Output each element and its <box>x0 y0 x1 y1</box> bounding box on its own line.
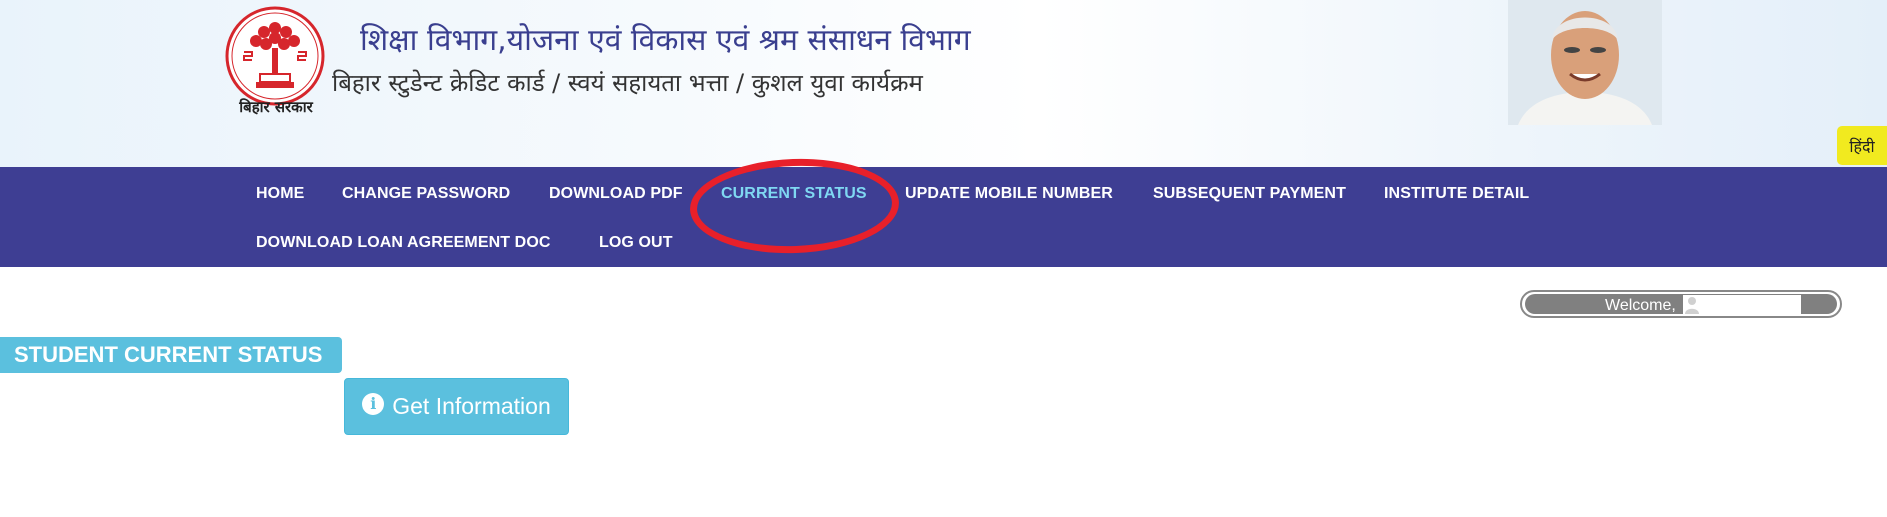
department-title: शिक्षा विभाग,योजना एवं विकास एवं श्रम सं… <box>360 23 971 58</box>
nav-home[interactable]: HOME <box>256 185 304 203</box>
nav-institute-detail[interactable]: INSTITUTE DETAIL <box>1384 185 1529 203</box>
hindi-language-button[interactable]: हिंदी <box>1837 126 1887 165</box>
user-icon <box>1685 297 1699 314</box>
scheme-subtitle: बिहार स्टुडेन्ट क्रेडिट कार्ड / स्वयं सह… <box>332 69 923 97</box>
welcome-text: Welcome, <box>1605 297 1676 314</box>
welcome-badge-fill: Welcome, <box>1525 294 1837 315</box>
nav-subsequent-payment[interactable]: SUBSEQUENT PAYMENT <box>1153 185 1346 203</box>
get-information-button[interactable]: i Get Information <box>344 378 569 435</box>
chief-minister-portrait <box>1508 0 1662 125</box>
nav-download-pdf[interactable]: DOWNLOAD PDF <box>549 185 683 203</box>
nav-download-loan-agreement-doc[interactable]: DOWNLOAD LOAN AGREEMENT DOC <box>256 234 551 252</box>
welcome-badge: Welcome, <box>1520 290 1842 318</box>
nav-update-mobile-number[interactable]: UPDATE MOBILE NUMBER <box>905 185 1113 203</box>
page-header: बिहार सरकार शिक्षा विभाग,योजना एवं विकास… <box>0 0 1887 167</box>
get-information-label: Get Information <box>392 393 551 419</box>
main-navbar: HOME CHANGE PASSWORD DOWNLOAD PDF CURREN… <box>0 167 1887 267</box>
nav-change-password[interactable]: CHANGE PASSWORD <box>342 185 510 203</box>
nav-current-status[interactable]: CURRENT STATUS <box>721 185 867 203</box>
section-title: STUDENT CURRENT STATUS <box>0 337 342 373</box>
info-circle-icon: i <box>362 392 385 415</box>
logo-caption: बिहार सरकार <box>239 98 313 116</box>
redacted-username <box>1683 295 1801 315</box>
nav-log-out[interactable]: LOG OUT <box>599 234 673 252</box>
